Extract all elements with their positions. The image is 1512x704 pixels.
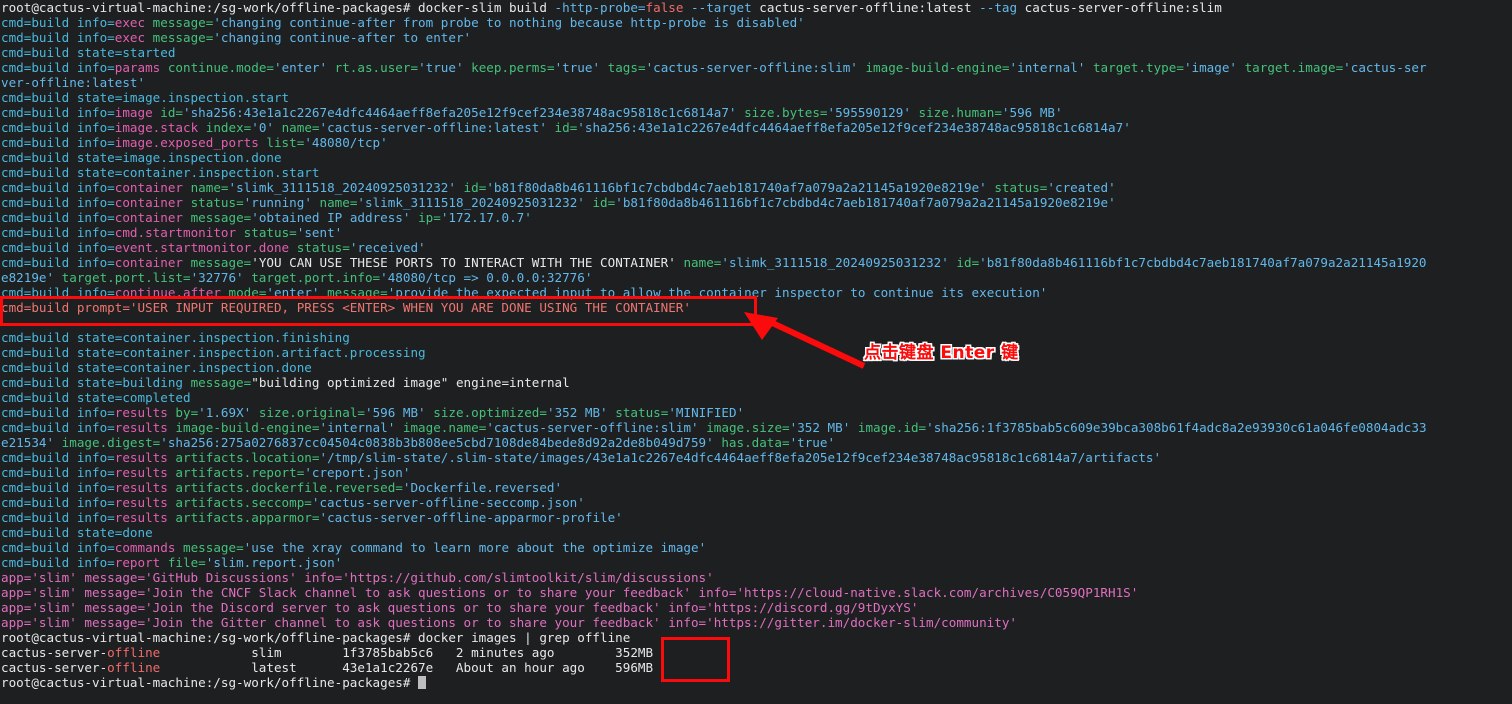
terminal-line: root@cactus-virtual-machine:/sg-work/off…: [1, 0, 1222, 15]
terminal-line: cmd=build info=cmd.startmonitor status='…: [1, 225, 343, 240]
terminal-line: cmd=build info=results artifacts.dockerf…: [1, 480, 563, 495]
terminal-line: cmd=build info=results image-build-engin…: [1, 420, 1427, 435]
terminal-line: cactus-server-offline latest 43e1a1c2267…: [1, 660, 654, 675]
terminal-line: cmd=build info=event.startmonitor.done s…: [1, 240, 426, 255]
annotation-arrow-icon: [744, 312, 866, 369]
terminal-line: cmd=build state=image.inspection.done: [1, 150, 282, 165]
terminal-line: cmd=build info=report file='slim.report.…: [1, 555, 343, 570]
terminal-line: ver-offline:latest': [1, 75, 146, 90]
terminal-line: cmd=build info=continue.after mode='ente…: [1, 285, 1048, 300]
annotation-callout-text: 点击键盘 Enter 键: [864, 343, 1019, 363]
terminal-window[interactable]: root@cactus-virtual-machine:/sg-work/off…: [0, 0, 1512, 704]
terminal-line: app='slim' message='Join the Gitter chan…: [1, 615, 1017, 630]
terminal-line: cmd=build info=container status='running…: [1, 195, 1116, 210]
terminal-line: cmd=build info=exec message='changing co…: [1, 15, 805, 30]
terminal-line: cmd=build state=container.inspection.sta…: [1, 165, 320, 180]
terminal-line: cmd=build info=image.stack index='0' nam…: [1, 120, 1131, 135]
terminal-line: e21534' image.digest='sha256:275a0276837…: [1, 435, 836, 450]
terminal-line: cmd=build state=building message="buildi…: [1, 375, 570, 390]
terminal-line: root@cactus-virtual-machine:/sg-work/off…: [0, 675, 1512, 690]
terminal-line: cmd=build info=params continue.mode='ent…: [1, 60, 1427, 75]
terminal-line: cmd=build info=exec message='changing co…: [1, 30, 472, 45]
terminal-line: cmd=build state=completed: [1, 390, 191, 405]
terminal-line: cmd=build info=container message='YOU CA…: [1, 255, 1427, 270]
terminal-line: cmd=build info=container message='obtain…: [1, 210, 532, 225]
terminal-line: cmd=build state=started: [1, 45, 176, 60]
terminal-line: cmd=build state=image.inspection.start: [1, 90, 290, 105]
terminal-line: cmd=build info=results by='1.69X' size.o…: [1, 405, 745, 420]
terminal-line: e8219e' target.port.list='32776' target.…: [1, 270, 593, 285]
terminal-line: cmd=build info=results artifacts.seccomp…: [1, 495, 585, 510]
terminal-line: cmd=build state=done: [1, 525, 153, 540]
terminal-line: app='slim' message='Join the Discord ser…: [1, 600, 919, 615]
terminal-cursor: [418, 676, 427, 689]
terminal-line: cmd=build info=container name='slimk_311…: [1, 180, 1116, 195]
terminal-line: cmd=build info=commands message='use the…: [1, 540, 707, 555]
terminal-line: cmd=build info=results artifacts.apparmo…: [1, 510, 623, 525]
terminal-line: cmd=build info=results artifacts.report=…: [1, 465, 411, 480]
terminal-line: app='slim' message='Join the CNCF Slack …: [1, 585, 1139, 600]
terminal-line: cmd=build info=results artifacts.locatio…: [1, 450, 1162, 465]
terminal-line: cactus-server-offline slim 1f3785bab5c6 …: [1, 645, 654, 660]
terminal-line: cmd=build info=image.exposed_ports list=…: [1, 135, 388, 150]
terminal-line: cmd=build info=image id='sha256:43e1a1c2…: [1, 105, 1063, 120]
terminal-line: root@cactus-virtual-machine:/sg-work/off…: [1, 630, 631, 645]
terminal-line: app='slim' message='GitHub Discussions' …: [1, 570, 714, 585]
